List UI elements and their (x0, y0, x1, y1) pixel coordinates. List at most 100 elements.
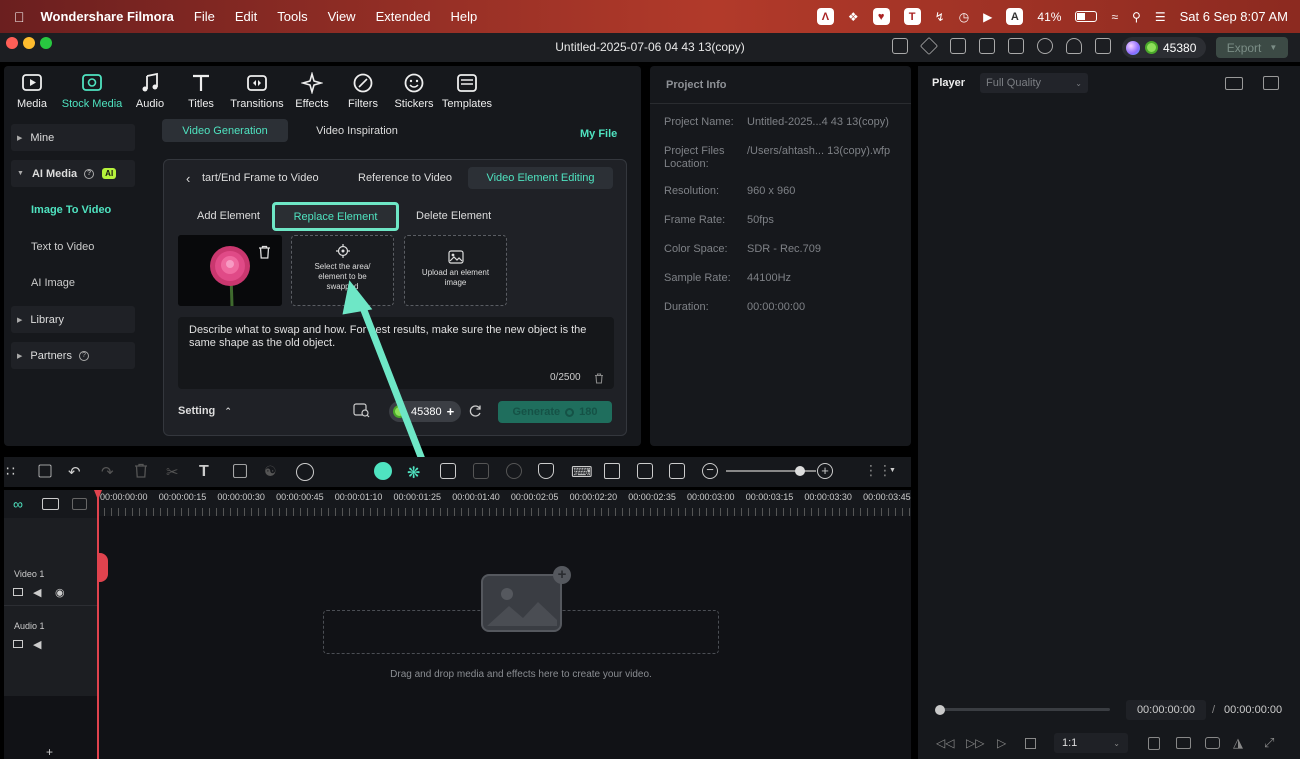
shield-icon[interactable] (538, 463, 554, 479)
tool-effects[interactable]: Effects (284, 72, 340, 110)
add-track-plus-icon[interactable]: + (46, 745, 53, 759)
ai-robot-icon[interactable] (374, 462, 392, 480)
cloud-upload-icon[interactable] (1037, 38, 1053, 54)
clear-prompt-icon[interactable] (594, 373, 604, 384)
plus-icon[interactable]: + (447, 404, 455, 419)
zoom-slider-handle[interactable] (794, 466, 805, 476)
mode-video-element-editing[interactable]: Video Element Editing (468, 167, 613, 189)
redo-icon[interactable]: ↷ (101, 463, 117, 481)
send-icon[interactable] (919, 36, 939, 56)
track-manager-icon[interactable] (72, 498, 87, 510)
select-tool-icon[interactable] (38, 464, 52, 478)
ai-tools-icon[interactable] (296, 463, 314, 481)
sidebar-item-image-to-video[interactable]: Image To Video (31, 204, 111, 216)
split-scissors-icon[interactable]: ✂ (166, 463, 182, 481)
compare-view-icon[interactable] (1225, 77, 1243, 90)
tool-transitions[interactable]: Transitions (227, 72, 287, 110)
tool-stock-media[interactable]: Stock Media (61, 72, 123, 110)
scrubber-handle[interactable] (935, 705, 945, 715)
apps-grid-icon[interactable] (1095, 38, 1111, 54)
generate-button[interactable]: Generate 180 (498, 401, 612, 423)
zoom-out-icon[interactable]: − (702, 463, 718, 479)
motion-icon[interactable] (473, 463, 489, 479)
color-icon[interactable]: ☯ (264, 463, 280, 479)
gift-icon[interactable] (892, 38, 908, 54)
help-icon[interactable]: ? (84, 168, 95, 179)
chevron-left-icon[interactable]: ‹ (186, 171, 190, 186)
setting-toggle[interactable]: Setting ⌃ (178, 405, 232, 417)
play-icon[interactable]: ▷ (997, 736, 1006, 750)
playhead-handle[interactable] (97, 553, 108, 582)
clock-text[interactable]: Sat 6 Sep 8:07 AM (1180, 9, 1288, 24)
export-button[interactable]: Export ▼ (1216, 37, 1288, 58)
next-frame-icon[interactable]: ▷▷ (966, 736, 984, 750)
screen-icon[interactable] (979, 38, 995, 54)
menu-extended[interactable]: Extended (376, 9, 431, 24)
add-media-plus-icon[interactable]: + (553, 566, 571, 584)
quality-select[interactable]: Full Quality ⌄ (980, 73, 1088, 93)
menu-help[interactable]: Help (451, 9, 478, 24)
add-track-icon[interactable] (42, 498, 59, 510)
layout-grid-icon[interactable]: ∷ (6, 463, 22, 479)
prev-frame-icon[interactable]: ◁◁ (936, 736, 954, 750)
sidebar-item-text-to-video[interactable]: Text to Video (31, 241, 94, 253)
fit-timeline-icon[interactable] (669, 463, 685, 479)
play-circle-icon[interactable]: ▶ (983, 10, 992, 24)
menu-edit[interactable]: Edit (235, 9, 257, 24)
credits-badge[interactable]: 45380 (1122, 37, 1206, 58)
playhead[interactable] (97, 490, 99, 759)
refresh-icon[interactable] (468, 404, 482, 418)
subtitle-icon[interactable] (604, 463, 620, 479)
tool-titles[interactable]: Titles (173, 72, 229, 110)
folder-icon[interactable] (13, 640, 23, 648)
chevron-down-icon[interactable]: ▼ (889, 467, 896, 474)
delete-element-tab[interactable]: Delete Element (416, 210, 491, 222)
sidebar-item-library[interactable]: ▶ Library (11, 306, 135, 333)
marker-icon[interactable] (1148, 737, 1160, 750)
camera-icon[interactable] (1205, 737, 1220, 749)
tab-video-inspiration[interactable]: Video Inspiration (302, 119, 412, 142)
text-app-icon[interactable]: T (903, 8, 921, 25)
spotlight-icon[interactable]: ⚲ (1132, 10, 1141, 24)
sidebar-item-mine[interactable]: ▶ Mine (11, 124, 135, 151)
tool-media[interactable]: Media (4, 72, 60, 110)
eye-icon[interactable]: ◉ (55, 586, 65, 599)
replace-element-tab[interactable]: Replace Element (272, 202, 399, 231)
app-menu[interactable]: Wondershare Filmora (41, 9, 174, 24)
headset-icon[interactable] (1066, 38, 1082, 54)
input-source-icon[interactable]: A (1006, 8, 1024, 25)
fullscreen-icon[interactable]: ⤢ (1264, 735, 1274, 751)
tab-video-generation[interactable]: Video Generation (162, 119, 288, 142)
text-tool-icon[interactable]: T (199, 463, 215, 480)
sidebar-item-ai-media[interactable]: ▼ AI Media ? AI (11, 160, 135, 187)
ai-sparkle-icon[interactable]: ❋ (407, 463, 423, 482)
undo-icon[interactable]: ↶ (68, 463, 84, 481)
tool-audio[interactable]: Audio (122, 72, 178, 110)
clock-icon[interactable]: ◷ (959, 10, 969, 24)
dropbox-icon[interactable]: ❖ (848, 10, 859, 24)
menu-file[interactable]: File (194, 9, 215, 24)
aspect-ratio-select[interactable]: 1:1 ⌄ (1054, 733, 1128, 753)
help-icon[interactable]: ? (78, 350, 89, 361)
mode-start-end-frame[interactable]: tart/End Frame to Video (202, 172, 319, 184)
tool-templates[interactable]: Templates (439, 72, 495, 110)
sidebar-item-ai-image[interactable]: AI Image (31, 277, 75, 289)
ai-copilot-icon[interactable] (950, 38, 966, 54)
heart-app-icon[interactable]: ♥ (872, 8, 890, 25)
player-scrubber[interactable] (940, 708, 1110, 711)
my-file-link[interactable]: My File (580, 128, 617, 140)
speed-icon[interactable] (506, 463, 522, 479)
link-icon[interactable]: ∞ (13, 496, 23, 512)
folder-icon[interactable] (13, 588, 23, 596)
snapshot-icon[interactable] (1263, 76, 1279, 90)
crop-icon[interactable] (233, 464, 247, 478)
trash-icon[interactable] (258, 245, 271, 259)
snapshot-clip-icon[interactable] (637, 463, 653, 479)
speaker-icon[interactable]: ◀ (33, 638, 41, 651)
auto-reframe-icon[interactable] (440, 463, 456, 479)
tool-filters[interactable]: Filters (335, 72, 391, 110)
mode-reference-to-video[interactable]: Reference to Video (358, 172, 452, 184)
control-center-icon[interactable]: ☰ (1155, 10, 1166, 24)
speaker-icon[interactable]: ◀ (33, 586, 41, 599)
delete-icon[interactable] (134, 463, 150, 479)
